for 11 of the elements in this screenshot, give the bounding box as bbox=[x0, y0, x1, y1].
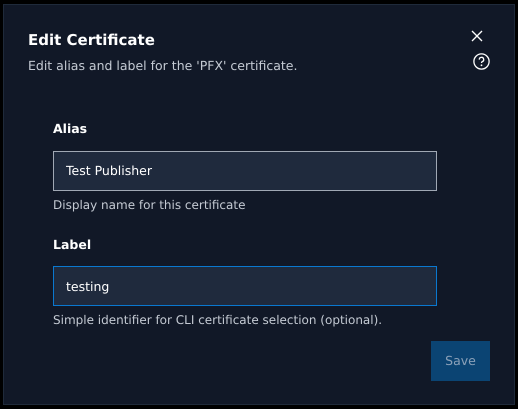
field-label: Alias bbox=[53, 120, 88, 138]
field-label: Label bbox=[53, 236, 92, 254]
close-button[interactable] bbox=[470, 29, 484, 43]
text-field[interactable]: testing bbox=[53, 266, 437, 306]
help-icon[interactable] bbox=[473, 53, 490, 70]
dialog-subtitle: Edit alias and label for the 'PFX' certificate. bbox=[28, 57, 298, 75]
text-field[interactable]: Test Publisher bbox=[53, 150, 437, 190]
field-hint: Display name for this certificate bbox=[53, 196, 246, 214]
dialog-title: Edit Certificate bbox=[28, 30, 156, 51]
close-icon bbox=[471, 30, 483, 42]
field-hint: Simple identifier for CLI certificate selection (optional). bbox=[53, 312, 382, 330]
